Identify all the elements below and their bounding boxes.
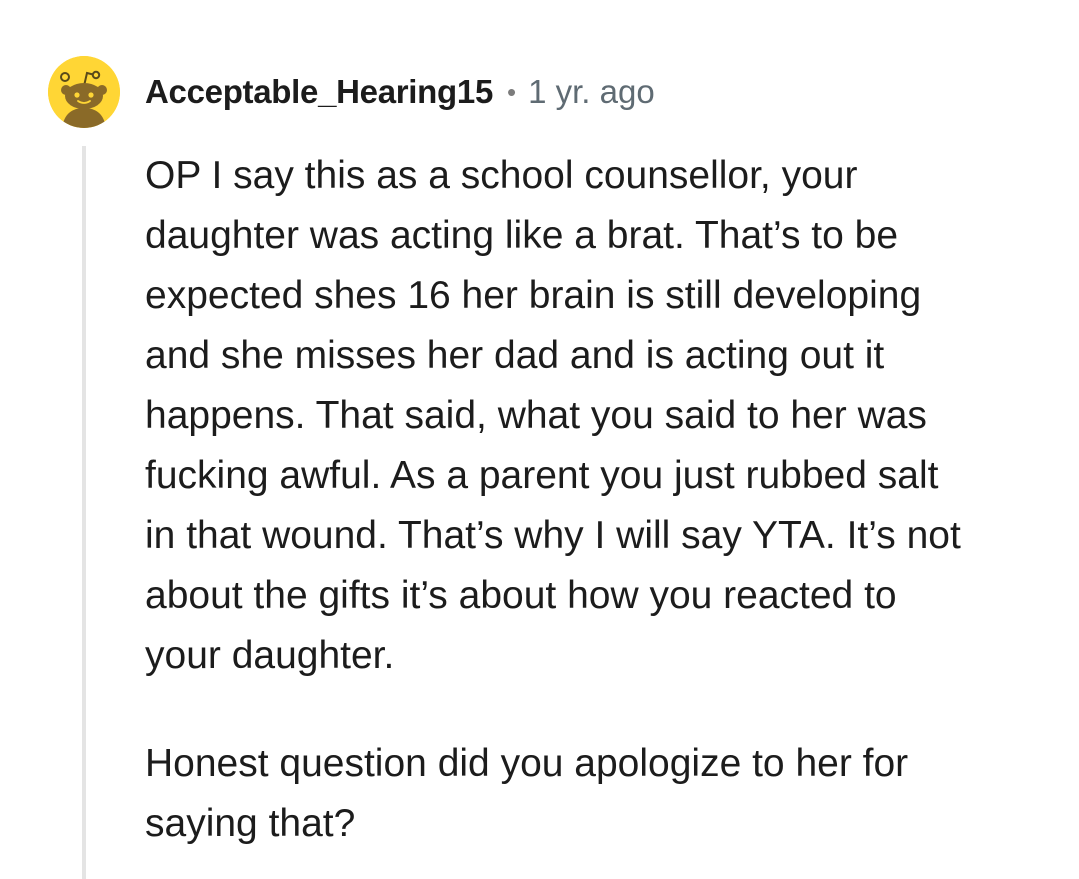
thread-line[interactable] xyxy=(82,146,86,879)
text-line: about the gifts it’s about how you react… xyxy=(145,574,897,617)
text-line: and she misses her dad and is acting out… xyxy=(145,334,885,377)
meta-separator: • xyxy=(507,76,517,107)
text-line: OP I say this as a school counsellor, yo… xyxy=(145,154,858,197)
comment-paragraph: Honest question did you apologize to her… xyxy=(145,734,1045,854)
text-line: expected shes 16 her brain is still deve… xyxy=(145,274,922,317)
text-line: your daughter. xyxy=(145,634,395,677)
comment: Acceptable_Hearing15 • 1 yr. ago OP I sa… xyxy=(0,0,1079,879)
text-line: daughter was acting like a brat. That’s … xyxy=(145,214,899,257)
snoo-avatar-icon xyxy=(48,56,120,128)
comment-paragraph: OP I say this as a school counsellor, yo… xyxy=(145,146,1045,686)
text-line: saying that? xyxy=(145,802,356,845)
text-line: in that wound. That’s why I will say YTA… xyxy=(145,514,961,557)
username-link[interactable]: Acceptable_Hearing15 xyxy=(145,73,493,111)
comment-body: OP I say this as a school counsellor, yo… xyxy=(145,146,1045,854)
text-line: fucking awful. As a parent you just rubb… xyxy=(145,454,939,497)
text-line: Honest question did you apologize to her… xyxy=(145,742,909,785)
timestamp: 1 yr. ago xyxy=(528,73,655,110)
user-avatar[interactable] xyxy=(48,56,120,128)
text-line: happens. That said, what you said to her… xyxy=(145,394,927,437)
comment-meta: Acceptable_Hearing15 • 1 yr. ago xyxy=(145,70,655,114)
